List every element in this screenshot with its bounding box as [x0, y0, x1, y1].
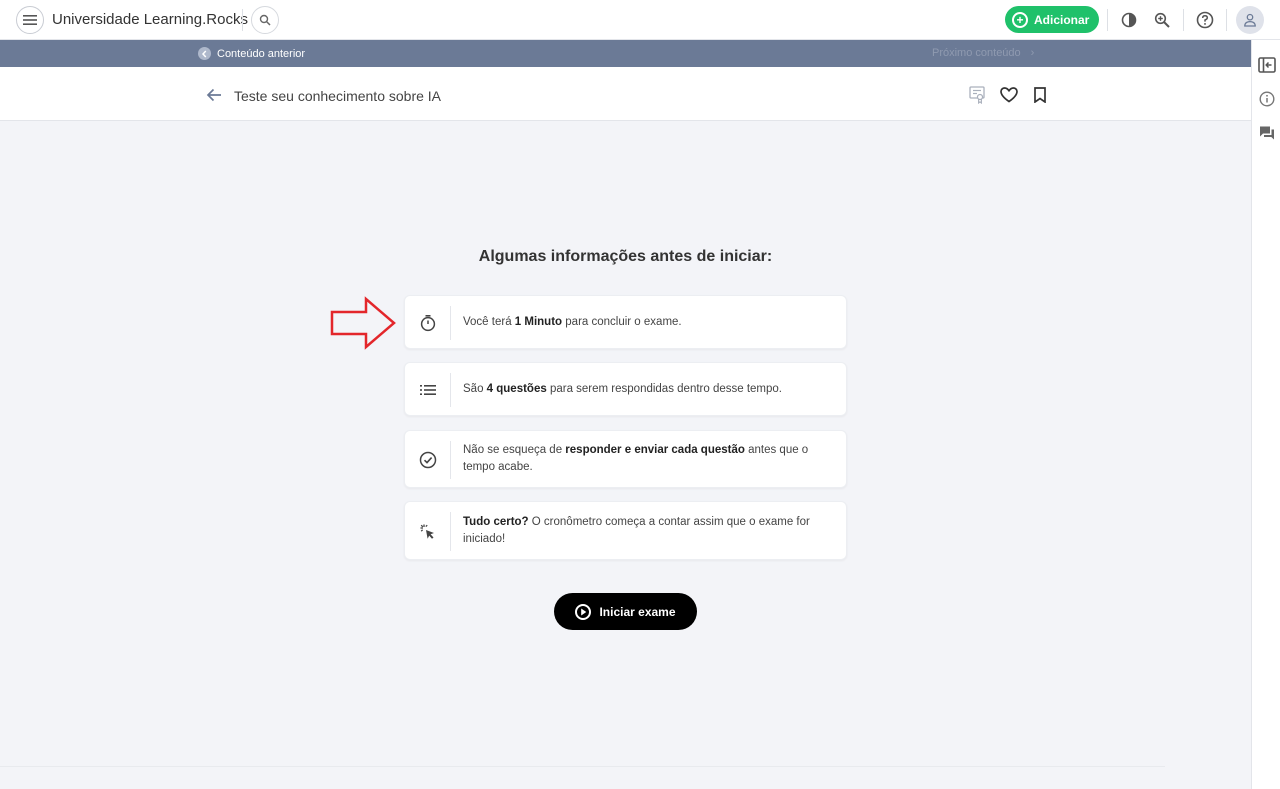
card-text-bold: 4 questões — [486, 383, 547, 395]
help-icon — [1196, 11, 1214, 29]
favorite-button[interactable] — [999, 85, 1019, 105]
menu-icon — [23, 15, 37, 25]
add-button[interactable]: + Adicionar — [1005, 6, 1099, 33]
info-icon — [1259, 91, 1275, 107]
card-text-bold: 1 Minuto — [514, 316, 563, 328]
annotation-arrow-icon — [330, 296, 396, 350]
heart-icon — [1000, 87, 1018, 103]
certificate-icon — [969, 86, 985, 104]
search-icon — [259, 14, 271, 26]
app-title[interactable]: Universidade Learning.Rocks — [52, 11, 248, 28]
stopwatch-icon — [417, 312, 439, 334]
divider — [1183, 9, 1184, 31]
card-text-pre: São — [463, 383, 487, 395]
divider — [1226, 9, 1227, 31]
start-exam-label: Iniciar exame — [599, 604, 676, 619]
info-card-ready: Tudo certo? O cronômetro começa a contar… — [404, 501, 847, 560]
previous-content-link[interactable]: Conteúdo anterior — [198, 47, 305, 60]
comments-button[interactable] — [1258, 124, 1276, 142]
next-content-link[interactable]: Próximo conteúdo › — [932, 47, 1034, 59]
info-card-time: Você terá 1 Minuto para concluir o exame… — [404, 295, 847, 349]
user-avatar[interactable] — [1236, 6, 1264, 34]
search-button[interactable] — [251, 6, 279, 34]
bookmark-icon — [1034, 87, 1046, 103]
panel-toggle-button[interactable] — [1258, 56, 1276, 74]
card-text-pre: Não se esqueça de — [463, 444, 566, 456]
info-button[interactable] — [1258, 90, 1276, 108]
card-text: Não se esqueça de responder e enviar cad… — [463, 442, 836, 476]
card-text: Tudo certo? O cronômetro começa a contar… — [463, 514, 836, 548]
contrast-button[interactable] — [1118, 9, 1140, 31]
card-divider — [450, 306, 451, 340]
card-text-bold: responder e enviar cada questão — [565, 444, 745, 456]
card-text-bold: Tudo certo? — [463, 516, 529, 528]
help-button[interactable] — [1194, 9, 1216, 31]
footer-divider — [0, 766, 1165, 767]
start-exam-button[interactable]: Iniciar exame — [554, 593, 697, 630]
divider — [1107, 9, 1108, 31]
page-title: Teste seu conhecimento sobre IA — [234, 88, 442, 104]
user-icon — [1244, 13, 1256, 27]
content-header: Teste seu conhecimento sobre IA — [0, 67, 1251, 121]
panel-toggle-icon — [1258, 57, 1276, 73]
zoom-in-icon — [1154, 12, 1170, 28]
content-nav-bar: Conteúdo anterior Próximo conteúdo › — [0, 40, 1251, 67]
card-text: São 4 questões para serem respondidas de… — [463, 381, 836, 398]
menu-button[interactable] — [16, 6, 44, 34]
previous-content-label: Conteúdo anterior — [217, 47, 306, 60]
side-panel — [1251, 40, 1280, 789]
plus-icon: + — [1012, 11, 1028, 28]
info-card-submit: Não se esqueça de responder e enviar cad… — [404, 430, 847, 488]
arrow-left-icon[interactable] — [205, 87, 223, 103]
card-text-pre: Você terá — [463, 316, 515, 328]
next-content-label: Próximo conteúdo — [932, 47, 1021, 59]
card-divider — [450, 441, 451, 479]
play-icon — [575, 603, 592, 620]
info-title: Algumas informações antes de iniciar: — [478, 248, 773, 265]
card-text-post: para concluir o exame. — [562, 316, 682, 328]
contrast-icon — [1121, 12, 1137, 28]
list-icon — [417, 379, 439, 401]
card-divider — [450, 373, 451, 407]
bookmark-button[interactable] — [1030, 85, 1050, 105]
card-divider — [450, 512, 451, 551]
click-icon — [417, 521, 439, 543]
zoom-button[interactable] — [1151, 9, 1173, 31]
top-bar: Universidade Learning.Rocks + Adicionar — [0, 0, 1280, 40]
chevron-right-icon: › — [1030, 47, 1035, 59]
card-text-post: para serem respondidas dentro desse temp… — [546, 383, 782, 395]
card-text: Você terá 1 Minuto para concluir o exame… — [463, 314, 836, 331]
chevron-left-icon — [198, 47, 211, 60]
add-button-label: Adicionar — [1034, 12, 1090, 27]
divider — [242, 9, 243, 31]
check-circle-icon — [417, 449, 439, 471]
comments-icon — [1260, 126, 1274, 140]
certificate-button[interactable] — [967, 85, 987, 105]
info-card-questions: São 4 questões para serem respondidas de… — [404, 362, 847, 416]
